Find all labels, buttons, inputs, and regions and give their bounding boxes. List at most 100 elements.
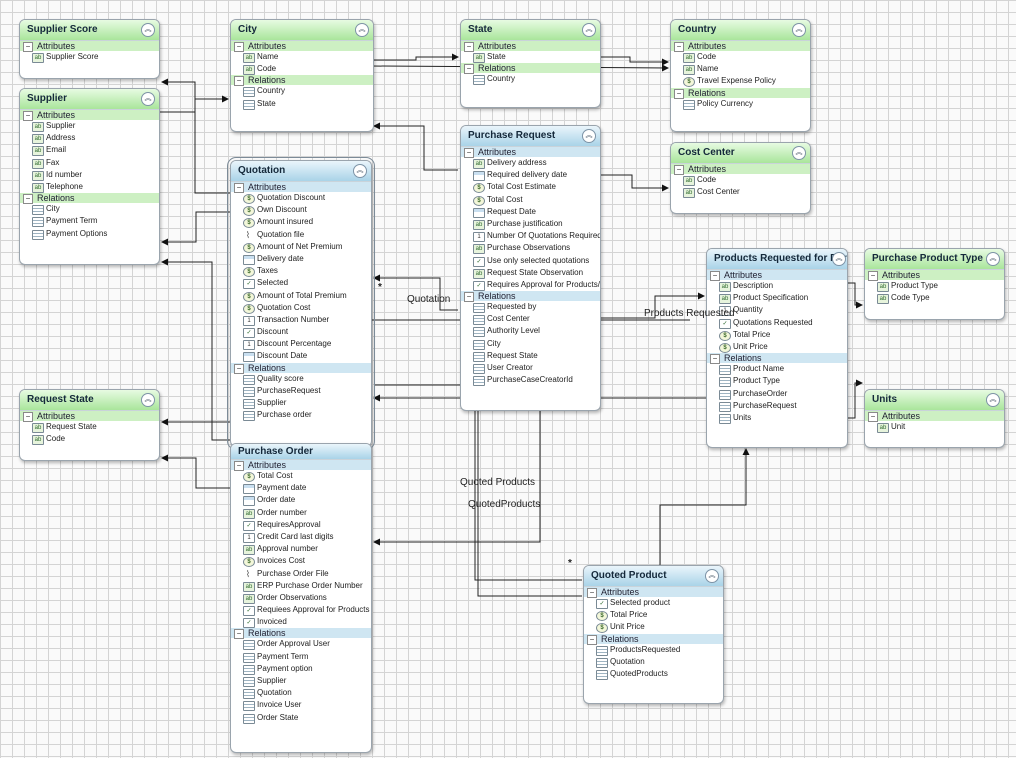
attribute-item[interactable]: ab Code: [671, 174, 810, 186]
attribute-item[interactable]: $ Quotation Discount: [231, 192, 371, 204]
attribute-item[interactable]: Request Date: [461, 206, 600, 218]
attribute-item[interactable]: 1 Transaction Number: [231, 314, 371, 326]
attributes-header[interactable]: − Attributes: [20, 110, 159, 121]
entity-cost-center[interactable]: Cost Center ︽ − Attributes ab Code ab Cost C…: [670, 142, 811, 214]
attribute-item[interactable]: $ Travel Expense Policy: [671, 75, 810, 88]
relation-item[interactable]: ProductsRequested: [584, 644, 723, 656]
attribute-item[interactable]: ✓ Selected product: [584, 597, 723, 609]
attribute-item[interactable]: $ Own Discount: [231, 204, 371, 217]
collapse-icon[interactable]: ︽: [792, 146, 806, 160]
attribute-item[interactable]: ab Purchase Observations: [461, 242, 600, 255]
entity-products-requested[interactable]: Products Requested for Purc ︽ − Attribute…: [706, 248, 848, 448]
entity-country[interactable]: Country ︽ − Attributes ab Code ab Name $ Trave…: [670, 19, 811, 132]
attribute-item[interactable]: 1 Discount Percentage: [231, 338, 371, 351]
relation-item[interactable]: Product Name: [707, 363, 847, 376]
entity-quoted-product[interactable]: Quoted Product ︽ − Attributes ✓ Selected p…: [583, 565, 724, 704]
entity-title[interactable]: Quoted Product: [584, 566, 723, 587]
attribute-item[interactable]: ab Email: [20, 144, 159, 157]
entity-city[interactable]: City ︽ − Attributes ab Name ab Code − Relatio…: [230, 19, 374, 132]
attribute-item[interactable]: ab Order number: [231, 507, 371, 519]
attribute-item[interactable]: ab Delivery address: [461, 157, 600, 169]
collapse-icon[interactable]: ︽: [353, 164, 367, 178]
attribute-item[interactable]: 1 Number Of Quotations Required: [461, 230, 600, 243]
attribute-item[interactable]: ✓ Selected: [231, 277, 371, 290]
collapse-icon[interactable]: ︽: [792, 23, 806, 37]
attribute-item[interactable]: $ Amount of Net Premium: [231, 241, 371, 253]
relation-item[interactable]: Payment Term: [20, 215, 159, 228]
attribute-item[interactable]: ab Code Type: [865, 292, 1004, 305]
collapse-icon[interactable]: ︽: [986, 393, 1000, 407]
attributes-header[interactable]: − Attributes: [671, 164, 810, 175]
attribute-item[interactable]: $ Amount insured: [231, 216, 371, 229]
relation-item[interactable]: City: [20, 203, 159, 216]
attribute-item[interactable]: ab Telephone: [20, 181, 159, 193]
relations-header[interactable]: − Relations: [584, 633, 723, 645]
attributes-header[interactable]: − Attributes: [231, 41, 373, 52]
attribute-item[interactable]: $ Quotation Cost: [231, 302, 371, 314]
entity-supplier-score[interactable]: Supplier Score ︽ − Attributes ab Supplier …: [19, 19, 160, 79]
attribute-item[interactable]: ⌇ Purchase Order File: [231, 568, 371, 580]
entity-quotation[interactable]: Quotation ︽ − Attributes $ Quotation Disco…: [227, 157, 375, 450]
relation-item[interactable]: Payment Term: [231, 651, 371, 663]
attribute-item[interactable]: Discount Date: [231, 350, 371, 363]
relation-item[interactable]: PurchaseRequest: [231, 385, 371, 397]
relation-item[interactable]: Country: [461, 73, 600, 86]
attributes-header[interactable]: − Attributes: [865, 411, 1004, 422]
relations-header[interactable]: − Relations: [231, 362, 371, 374]
attributes-header[interactable]: − Attributes: [231, 460, 371, 471]
entity-units[interactable]: Units ︽ − Attributes ab Unit: [864, 389, 1005, 448]
attribute-item[interactable]: ab Id number: [20, 169, 159, 181]
relations-header[interactable]: − Relations: [231, 628, 371, 640]
attribute-item[interactable]: ab Code: [671, 51, 810, 63]
relation-item[interactable]: City: [461, 338, 600, 350]
relation-item[interactable]: QuotedProducts: [584, 668, 723, 680]
entity-title[interactable]: Request State: [20, 390, 159, 411]
relation-item[interactable]: User Creator: [461, 362, 600, 374]
attribute-item[interactable]: ab Approval number: [231, 543, 371, 556]
relation-item[interactable]: Request State: [461, 350, 600, 362]
collapse-icon[interactable]: ︽: [832, 252, 846, 266]
attribute-item[interactable]: ⌇ Quotation file: [231, 229, 371, 241]
relations-header[interactable]: − Relations: [671, 87, 810, 99]
relation-item[interactable]: Payment option: [231, 663, 371, 675]
attribute-item[interactable]: ab Request State: [20, 421, 159, 433]
attributes-header[interactable]: − Attributes: [461, 147, 600, 158]
entity-title[interactable]: Purchase Order: [231, 444, 371, 460]
relations-header[interactable]: − Relations: [461, 291, 600, 303]
attribute-item[interactable]: Delivery date: [231, 253, 371, 265]
attribute-item[interactable]: ab Supplier Score: [20, 51, 159, 63]
relation-item[interactable]: Quotation: [231, 687, 371, 700]
attribute-item[interactable]: ab Product Type: [865, 280, 1004, 292]
entity-purchase-product-type[interactable]: Purchase Product Type ︽ − Attributes ab Pr…: [864, 248, 1005, 320]
attribute-item[interactable]: ab Product Specification: [707, 292, 847, 305]
attribute-item[interactable]: ✓ RequiresApproval: [231, 519, 371, 531]
attribute-item[interactable]: $ Total Cost: [231, 470, 371, 482]
attributes-header[interactable]: − Attributes: [865, 270, 1004, 281]
entity-title[interactable]: Units: [865, 390, 1004, 411]
relation-item[interactable]: Authority Level: [461, 325, 600, 338]
relation-item[interactable]: Quality score: [231, 373, 371, 385]
entity-title[interactable]: City: [231, 20, 373, 41]
attribute-item[interactable]: $ Total Price: [707, 329, 847, 341]
relation-item[interactable]: Cost Center: [461, 313, 600, 326]
diagram-canvas[interactable]: Supplier Score ︽ − Attributes ab Supplier …: [0, 0, 1016, 758]
attributes-header[interactable]: − Attributes: [231, 182, 371, 193]
attributes-header[interactable]: − Attributes: [707, 270, 847, 281]
attribute-item[interactable]: Payment date: [231, 482, 371, 495]
attribute-item[interactable]: ab Request State Observation: [461, 267, 600, 279]
attribute-item[interactable]: ab Order Observations: [231, 592, 371, 604]
entity-title[interactable]: Supplier: [20, 89, 159, 110]
collapse-icon[interactable]: ︽: [582, 129, 596, 143]
attributes-header[interactable]: − Attributes: [671, 41, 810, 52]
relation-item[interactable]: Policy Currency: [671, 98, 810, 110]
attribute-item[interactable]: ab Name: [671, 63, 810, 76]
attributes-header[interactable]: − Attributes: [20, 411, 159, 422]
attribute-item[interactable]: ✓ Use only selected quotations: [461, 255, 600, 267]
attribute-item[interactable]: $ Total Cost: [461, 194, 600, 206]
attribute-item[interactable]: ab Supplier: [20, 120, 159, 132]
collapse-icon[interactable]: ︽: [986, 252, 1000, 266]
attribute-item[interactable]: ab Name: [231, 51, 373, 63]
collapse-icon[interactable]: ︽: [355, 23, 369, 37]
attribute-item[interactable]: ab ERP Purchase Order Number: [231, 580, 371, 592]
attribute-item[interactable]: ab Unit: [865, 421, 1004, 433]
